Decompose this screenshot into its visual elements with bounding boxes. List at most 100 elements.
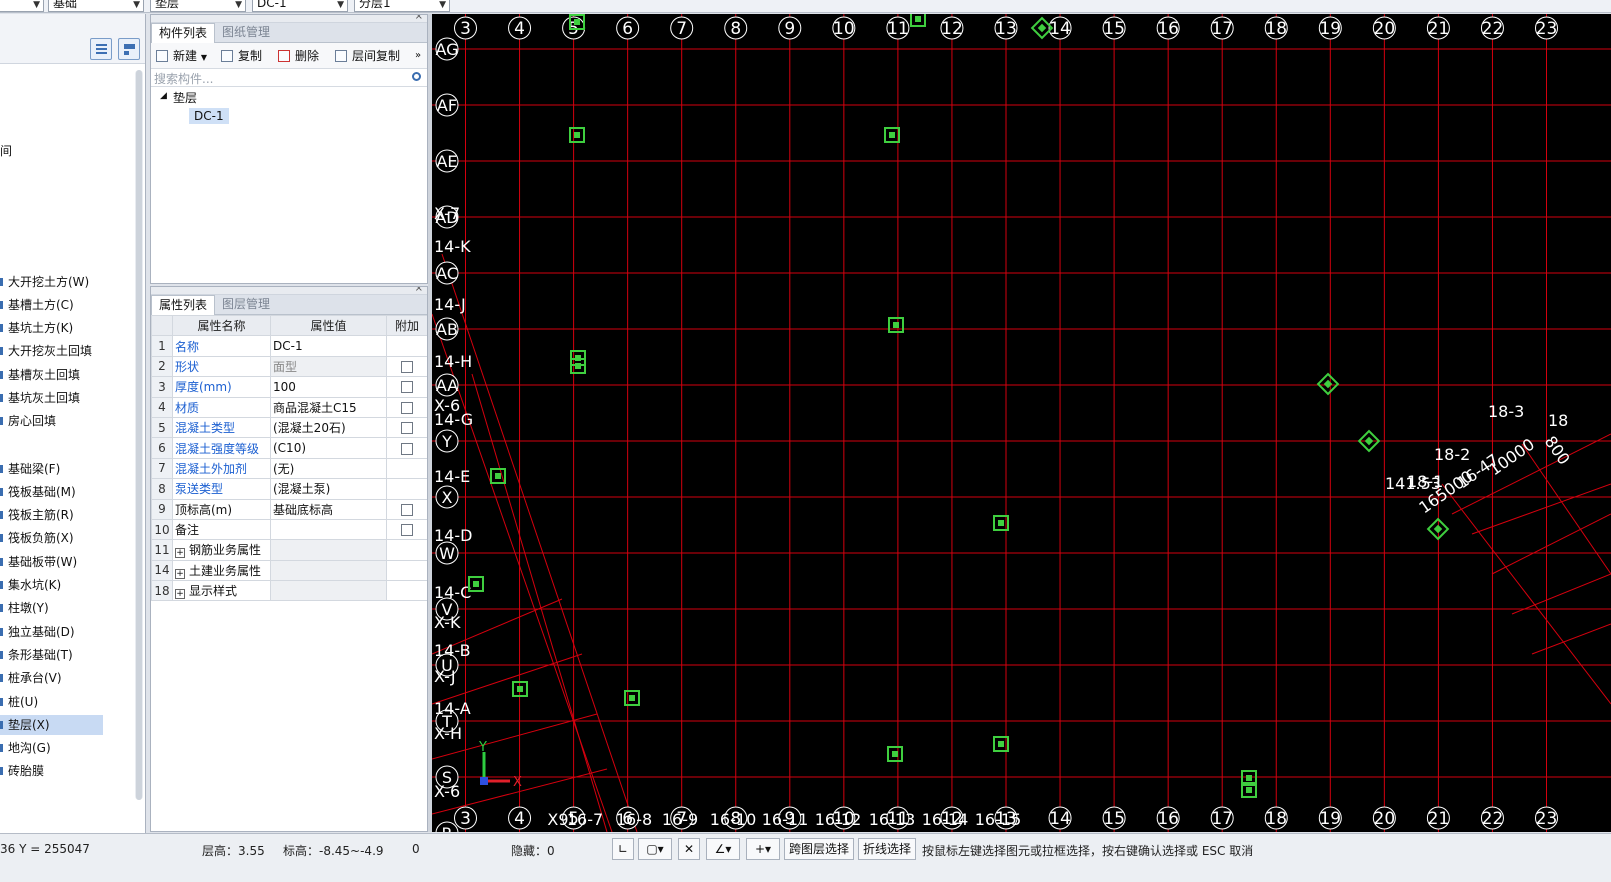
left-tree-scrollbar[interactable] — [135, 70, 143, 800]
cross-icon[interactable]: ✕ — [678, 838, 700, 860]
extra-checkbox[interactable] — [401, 360, 413, 373]
sidebar-item-5[interactable]: 基坑灰土回填 — [0, 388, 103, 408]
combo-floor[interactable]: ▼ — [0, 0, 44, 12]
sidebar-item-14[interactable]: 独立基础(D) — [0, 622, 103, 642]
property-name: 备注 — [175, 523, 200, 538]
sidebar-item-3[interactable]: 大开挖灰土回填 — [0, 341, 103, 361]
sidebar-item-0[interactable]: 大开挖土方(W) — [0, 272, 103, 292]
cushion-marker-core — [473, 581, 479, 587]
property-row[interactable]: 8 泵送类型 (混凝土泵) — [151, 478, 427, 500]
search-icon[interactable] — [412, 72, 421, 81]
chevron-down-icon: ▼ — [337, 0, 344, 10]
more-tools-button[interactable]: » — [415, 47, 421, 65]
combo-type[interactable]: 垫层 ▼ — [150, 0, 246, 12]
property-row[interactable]: 3 厚度(mm) 100 — [151, 376, 427, 398]
sidebar-item-18[interactable]: 垫层(X) — [0, 715, 103, 735]
extra-checkbox[interactable] — [401, 524, 413, 537]
row-number: 6 — [151, 437, 173, 459]
sidebar-item-12[interactable]: 集水坑(K) — [0, 575, 103, 595]
new-button[interactable]: 新建 ▼ — [156, 47, 207, 65]
sidebar-item-15[interactable]: 条形基础(T) — [0, 645, 103, 665]
tab-property-list[interactable]: 属性列表 — [151, 295, 216, 315]
property-value[interactable]: 面型 — [270, 355, 387, 378]
property-value[interactable] — [270, 518, 387, 541]
floor-copy-button[interactable]: 层间复制 — [335, 47, 400, 65]
property-value[interactable]: (混凝土泵) — [270, 478, 387, 500]
sidebar-item-6[interactable]: 房心回填 — [0, 411, 103, 431]
property-value[interactable] — [270, 539, 387, 561]
search-input[interactable]: 搜索构件... — [154, 70, 213, 87]
property-row[interactable]: 4 材质 商品混凝土C15 — [151, 396, 427, 418]
property-row[interactable]: 11 + 钢筋业务属性 — [151, 539, 427, 561]
property-row[interactable]: 9 顶标高(m) 基础底标高 — [151, 498, 427, 520]
tab-layer-management[interactable]: 图层管理 — [215, 295, 277, 315]
angle-icon[interactable]: ∠▾ — [706, 838, 740, 860]
property-value[interactable]: DC-1 — [270, 335, 387, 357]
property-name: 混凝土类型 — [175, 421, 236, 436]
tree-root-cushion[interactable]: 垫层 — [173, 89, 197, 106]
sidebar-item-19[interactable]: 地沟(G) — [0, 738, 103, 758]
property-value[interactable]: 商品混凝土C15 — [270, 396, 387, 418]
sidebar-item-20[interactable]: 砖胎膜 — [0, 761, 103, 781]
offset-icon[interactable]: +▾ — [746, 838, 780, 860]
property-row[interactable]: 7 混凝土外加剂 (无) — [151, 457, 427, 480]
sidebar-item-7[interactable]: 基础梁(F) — [0, 459, 103, 479]
sidebar-item-1[interactable]: 基槽土方(C) — [0, 295, 103, 315]
scrollbar-thumb[interactable] — [136, 70, 142, 800]
property-row[interactable]: 18 + 显示样式 — [151, 580, 427, 602]
property-row[interactable]: 2 形状 面型 — [151, 355, 427, 378]
combo-category-value: 基础 — [53, 0, 78, 10]
copy-button[interactable]: 复制 — [221, 47, 262, 65]
property-value[interactable] — [270, 559, 387, 582]
list-view-button[interactable] — [90, 38, 112, 60]
delete-button[interactable]: 删除 — [278, 47, 319, 65]
extra-checkbox[interactable] — [401, 503, 413, 516]
combo-component[interactable]: DC-1 ▼ — [252, 0, 348, 12]
sidebar-item-16[interactable]: 桩承台(V) — [0, 668, 103, 688]
cross-layer-select-button[interactable]: 跨图层选择 — [784, 838, 855, 860]
sidebar-item-13[interactable]: 柱墩(Y) — [0, 598, 103, 618]
property-value[interactable]: 基础底标高 — [270, 498, 387, 520]
sidebar-item-17[interactable]: 桩(U) — [0, 692, 103, 712]
extra-checkbox[interactable] — [401, 422, 413, 435]
expand-plus-icon[interactable]: + — [175, 548, 185, 559]
axis-label-col: 23 — [1536, 19, 1558, 39]
property-value[interactable]: (无) — [270, 457, 387, 480]
sidebar-item-4[interactable]: 基槽灰土回填 — [0, 365, 103, 385]
property-value[interactable]: 100 — [270, 376, 387, 398]
cad-drawing-canvas[interactable]: 3 3 4 4 5 5 6 6 7 7 8 8 9 9 10 10 11 11 12 12 13 13 14 14 15 15 16… — [432, 14, 1611, 832]
close-icon[interactable]: × — [415, 15, 423, 22]
icon-view-button[interactable] — [118, 38, 140, 60]
tab-component-list[interactable]: 构件列表 — [151, 23, 216, 43]
ortho-icon[interactable]: ∟ — [612, 838, 634, 860]
polyline-select-button[interactable]: 折线选择 — [858, 838, 917, 860]
sidebar-item-11[interactable]: 基础板带(W) — [0, 552, 103, 572]
property-value[interactable] — [270, 580, 387, 602]
extra-checkbox[interactable] — [401, 442, 413, 455]
tab-drawing-management[interactable]: 图纸管理 — [215, 23, 277, 43]
property-row[interactable]: 5 混凝土类型 (混凝土20石) — [151, 416, 427, 439]
extra-checkbox[interactable] — [401, 401, 413, 414]
property-value[interactable]: (混凝土20石) — [270, 416, 387, 439]
close-icon[interactable]: × — [415, 287, 423, 294]
sidebar-item-10[interactable]: 筏板负筋(X) — [0, 528, 103, 548]
property-row[interactable]: 1 名称 DC-1 — [151, 335, 427, 357]
extra-checkbox[interactable] — [401, 381, 413, 394]
collapse-triangle-icon[interactable]: ◢ — [160, 91, 167, 101]
combo-category[interactable]: 基础 ▼ — [48, 0, 144, 12]
property-name: 钢筋业务属性 — [189, 543, 262, 558]
sidebar-item-2[interactable]: 基坑土方(K) — [0, 318, 103, 338]
sidebar-item-8[interactable]: 筏板基础(M) — [0, 482, 103, 502]
expand-plus-icon[interactable]: + — [175, 589, 185, 600]
snap-box-icon[interactable]: ▢▾ — [638, 838, 672, 860]
expand-plus-icon[interactable]: + — [175, 568, 185, 579]
combo-layer[interactable]: 分层1 ▼ — [354, 0, 450, 12]
tree-item-dc1[interactable]: DC-1 — [189, 108, 229, 124]
property-row[interactable]: 6 混凝土强度等级 (C10) — [151, 437, 427, 459]
property-extra-cell — [386, 478, 427, 500]
property-row[interactable]: 14 + 土建业务属性 — [151, 559, 427, 582]
property-row[interactable]: 10 备注 — [151, 518, 427, 541]
sidebar-item-9[interactable]: 筏板主筋(R) — [0, 505, 103, 525]
property-value[interactable]: (C10) — [270, 437, 387, 459]
component-search[interactable]: 搜索构件... — [151, 69, 427, 87]
